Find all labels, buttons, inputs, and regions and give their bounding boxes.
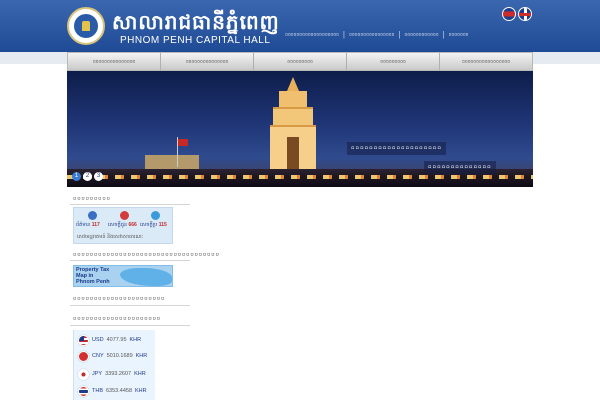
section-divider [70,305,190,306]
news-icon [88,211,97,220]
hero-banner: ▫▫▫▫▫▫▫▫▫▫▫▫▫▫▫▫▫▫▫▫ ▫▫▫▫▫▫▫▫▫▫▫▫▫▫ 1 2 … [67,71,533,187]
exchange-row-thb: THB 6353.4458 KHR [78,384,147,398]
section-divider [70,325,190,326]
monument-door [287,137,299,171]
slide-dot-3[interactable]: 3 [94,172,103,181]
monument-tier [273,107,313,125]
news-stat-count: 666 [128,222,137,228]
monument-tier [279,91,307,107]
section-title-news: ▫▫▫▫▫▫▫▫▫ [73,193,111,203]
usa-flag-icon [78,334,89,346]
currency-code: USD [92,337,104,343]
news-stat-3: សេចក្តីប្រ 115 [140,222,167,229]
map-shape-icon [120,268,172,286]
currency-code: CNY [92,353,104,359]
monument-spire [287,77,299,91]
slide-dot-2[interactable]: 2 [83,172,92,181]
currency-rate: 4077.95 [106,337,127,343]
news-stat-2: សេចក្តីជូន 666 [108,222,137,229]
khmer-flag-icon[interactable] [502,7,516,21]
menu-item-1[interactable]: ▫▫▫▫▫▫▫▫▫▫▫▫▫▫▫ [68,53,161,70]
banner-caption-1: ▫▫▫▫▫▫▫▫▫▫▫▫▫▫▫▫▫▫▫▫ [347,142,446,155]
top-link-separator: | [342,30,345,39]
menu-item-5[interactable]: ▫▫▫▫▫▫▫▫▫▫▫▫▫▫▫▫▫ [440,53,532,70]
slide-pager: 1 2 3 [72,172,103,181]
top-link-separator: | [398,30,401,39]
menu-item-4[interactable]: ▫▫▫▫▫▫▫▫▫ [347,53,440,70]
currency-code: JPY [92,371,103,377]
press-icon [151,211,160,220]
top-links: ▫▫▫▫▫▫▫▫▫▫▫▫▫▫▫▫▫▫▫ | ▫▫▫▫▫▫▫▫▫▫▫▫▫▫▫▫ |… [282,30,471,39]
emblem-inner [74,14,98,38]
banner-caption-2: ▫▫▫▫▫▫▫▫▫▫▫▫▫▫ [424,161,496,174]
site-subtitle: PHNOM PENH CAPITAL HALL [120,35,271,46]
section-title-map: ▫▫▫▫▫▫▫▫▫▫▫▫▫▫▫▫▫▫▫▫▫▫▫▫▫▫▫▫▫▫▫▫▫▫▫ [73,249,220,259]
currency-unit: KHR [129,337,142,343]
map-banner-text: Property Tax Map in Phnom Penh [76,267,110,285]
thailand-flag-icon [78,385,89,397]
currency-rate: 5010.1689 [106,353,133,359]
menu-item-2[interactable]: ▫▫▫▫▫▫▫▫▫▫▫▫▫▫▫ [161,53,254,70]
japan-flag-icon [78,368,89,380]
top-link-4[interactable]: ▫▫▫▫▫▫▫ [446,30,472,39]
top-link-separator: | [442,30,445,39]
news-stat-count: 117 [91,222,100,228]
news-stat-count: 115 [158,222,167,228]
property-tax-map-banner[interactable]: Property Tax Map in Phnom Penh [73,265,173,287]
china-flag-icon [78,350,89,362]
slide-dot-1[interactable]: 1 [72,172,81,181]
uk-flag-icon[interactable] [518,7,532,21]
main-menu: ▫▫▫▫▫▫▫▫▫▫▫▫▫▫▫ ▫▫▫▫▫▫▫▫▫▫▫▫▫▫▫ ▫▫▫▫▫▫▫▫… [67,52,533,71]
currency-code: THB [92,388,103,394]
emblem-core [82,21,90,31]
section-divider [70,204,190,205]
page: សាលារាជធានីភ្នំពេញ PHNOM PENH CAPITAL HA… [0,0,600,400]
section-divider [70,260,190,261]
menu-item-3[interactable]: ▫▫▫▫▫▫▫▫▫ [254,53,347,70]
currency-unit: KHR [135,388,147,394]
cambodia-flag-icon [178,139,188,146]
news-footer: សេវាអន្តរាគមន៍ និងសេវាសាធារណៈ [77,234,144,240]
currency-unit: KHR [134,371,146,377]
emblem-logo-icon[interactable] [67,7,105,45]
exchange-row-usd: USD 4077.95 KHR [78,333,141,347]
currency-unit: KHR [135,353,148,359]
news-stat-label: សេចក្តីជូន [108,222,128,228]
top-link-2[interactable]: ▫▫▫▫▫▫▫▫▫▫▫▫▫▫▫▫ [346,30,397,39]
top-link-1[interactable]: ▫▫▫▫▫▫▫▫▫▫▫▫▫▫▫▫▫▫▫ [282,30,342,39]
news-stat-label: ព័ត៌មាន [76,222,91,228]
top-link-3[interactable]: ▫▫▫▫▫▫▫▫▫▫▫▫ [401,30,441,39]
currency-rate: 3393.2607 [105,371,132,377]
news-stat-1: ព័ត៌មាន 117 [76,222,100,229]
exchange-row-cny: CNY 5010.1689 KHR [78,349,147,363]
exchange-rate-box: USD 4077.95 KHR CNY 5010.1689 KHR JPY 33… [73,330,155,400]
announcement-icon [120,211,129,220]
news-stats-box[interactable]: ព័ត៌មាន 117 សេចក្តីជូន 666 សេចក្តីប្រ 11… [73,207,173,244]
news-stat-label: សេចក្តីប្រ [140,222,158,228]
section-title-3[interactable]: ▫▫▫▫▫▫▫▫▫▫▫▫▫▫▫▫▫▫▫▫▫▫ [73,293,165,303]
section-title-exchange: ▫▫▫▫▫▫▫▫▫▫▫▫▫▫▫▫▫▫▫▫▫ [73,313,161,323]
site-header: សាលារាជធានីភ្នំពេញ PHNOM PENH CAPITAL HA… [0,0,600,52]
banner-lights [67,175,533,179]
exchange-row-jpy: JPY 3393.2607 KHR [78,367,146,381]
currency-rate: 6353.4458 [106,388,132,394]
